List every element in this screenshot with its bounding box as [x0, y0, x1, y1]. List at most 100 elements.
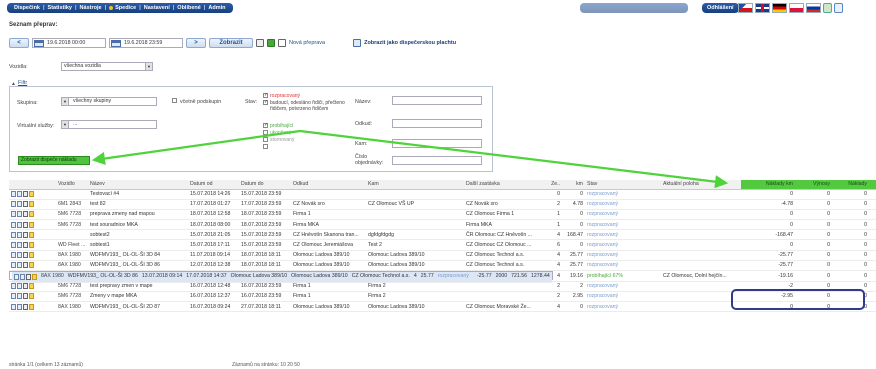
state-checkbox-cancelled[interactable] — [263, 137, 268, 142]
settings-icon[interactable] — [834, 3, 843, 13]
copy-icon[interactable] — [11, 252, 16, 259]
document-icon[interactable] — [17, 303, 22, 310]
order-number-input[interactable] — [392, 156, 482, 165]
flag-en-icon[interactable] — [755, 3, 770, 13]
print-icon[interactable] — [23, 191, 28, 198]
copy-icon[interactable] — [14, 273, 19, 280]
vehicles-select[interactable]: všechna vozidla ▼ — [61, 62, 153, 71]
print-icon[interactable] — [26, 273, 31, 280]
column-header[interactable]: Náklady km — [741, 180, 795, 190]
document-icon[interactable] — [17, 231, 22, 238]
nav-nastaveni[interactable]: Nastavení — [141, 5, 173, 11]
document-icon[interactable] — [17, 252, 22, 259]
copy-icon[interactable] — [11, 211, 16, 218]
excel-icon[interactable] — [267, 39, 275, 47]
calendar-icon[interactable] — [111, 40, 121, 47]
logout-button[interactable]: Odhlášení — [702, 3, 739, 13]
nav-admin[interactable]: Admin — [205, 5, 228, 11]
column-header[interactable]: Stav — [585, 180, 661, 190]
column-header[interactable]: km — [562, 180, 585, 190]
copy-icon[interactable] — [11, 293, 16, 300]
folder-icon[interactable] — [29, 231, 34, 238]
flag-pl-icon[interactable] — [789, 3, 804, 13]
print-icon[interactable] — [23, 283, 28, 290]
filter-legend-link[interactable]: Filtr — [16, 80, 30, 86]
print-icon[interactable] — [23, 211, 28, 218]
date-from-input[interactable]: 19.6.2018 00:00 — [32, 38, 106, 48]
folder-icon[interactable] — [29, 262, 34, 269]
table-row[interactable]: sobtest2 15.07.2018 21:05 15.07.2018 23:59… — [9, 229, 876, 241]
prev-day-button[interactable]: < — [9, 38, 29, 48]
document-icon[interactable] — [17, 211, 22, 218]
column-header[interactable]: Odkud — [291, 180, 366, 190]
nav-oblibene[interactable]: Oblíbené — [174, 5, 204, 11]
table-row[interactable]: WD Fleet ... sobtest1 15.07.2018 17:11 15.0… — [9, 239, 876, 251]
dispatch-plan-icon[interactable] — [353, 39, 362, 47]
copy-icon[interactable] — [11, 262, 16, 269]
column-header[interactable] — [9, 180, 56, 190]
print-icon[interactable] — [23, 201, 28, 208]
flag-cz-icon[interactable] — [738, 3, 753, 13]
print-icon[interactable] — [23, 303, 28, 310]
document-icon[interactable] — [17, 242, 22, 249]
folder-icon[interactable] — [29, 303, 34, 310]
records-per-page[interactable]: Záznamů na stránku: 10 20 50 — [232, 362, 300, 368]
nav-nastroje[interactable]: Nástroje — [77, 5, 105, 11]
state-checkbox-future[interactable] — [263, 99, 268, 105]
print-icon[interactable] — [256, 39, 264, 47]
name-input[interactable] — [392, 96, 482, 105]
nav-spedice[interactable]: Spedice — [106, 5, 139, 11]
group-select[interactable]: ▼ všechny skupiny — [61, 97, 157, 106]
folder-icon[interactable] — [29, 201, 34, 208]
column-header[interactable]: Ze.. — [540, 180, 562, 190]
state-checkbox-draft[interactable] — [263, 92, 268, 98]
column-header[interactable]: Další zastávka — [464, 180, 540, 190]
print-icon[interactable] — [23, 293, 28, 300]
help-icon[interactable] — [823, 3, 832, 13]
show-cargo-dispatchers-button[interactable]: Zobrazit dispeče nákladu — [18, 156, 90, 165]
print-icon[interactable] — [23, 221, 28, 228]
column-header[interactable]: Kam — [366, 180, 464, 190]
print-icon[interactable] — [23, 252, 28, 259]
table-row[interactable]: 5M6 7728 test souradnice MKA 18.07.2018 08… — [9, 219, 876, 231]
document-icon[interactable] — [17, 283, 22, 290]
column-header[interactable]: Datum od — [188, 180, 239, 190]
column-header[interactable]: Datum do — [239, 180, 291, 190]
table-row[interactable]: 8AX 1980 WDFMV193_ OL-OL-ŠI 3D 86 13.07.20… — [9, 271, 553, 283]
column-header[interactable]: Výnosy — [795, 180, 832, 190]
flag-ru-icon[interactable] — [806, 3, 821, 13]
print-icon[interactable] — [23, 242, 28, 249]
table-row[interactable]: 8AX 1980 WDFMV193_ OL-OL-ŠI 3D 84 11.07.20… — [9, 250, 876, 261]
show-button[interactable]: Zobrazit — [209, 38, 253, 48]
document-icon[interactable] — [17, 262, 22, 269]
table-row[interactable]: 6M1 2843 test 82 17.07.2018 01:27 17.07.201… — [9, 199, 876, 210]
virtual-services-select[interactable]: ▼... — [61, 120, 157, 129]
from-input[interactable] — [392, 119, 482, 128]
print-icon[interactable] — [23, 262, 28, 269]
table-row[interactable]: 5M6 7728 preprava zmeny nad mapou 18.07.20… — [9, 209, 876, 221]
table-row[interactable]: Testovací #4 15.07.2018 14:26 15.07.2018 2… — [9, 189, 876, 200]
folder-icon[interactable] — [29, 293, 34, 300]
new-document-icon[interactable] — [278, 39, 286, 47]
folder-icon[interactable] — [29, 221, 34, 228]
next-day-button[interactable]: > — [186, 38, 206, 48]
document-icon[interactable] — [17, 191, 22, 198]
dispatch-plan-link[interactable]: Zobrazit jako dispečerskou plachtu — [364, 40, 456, 46]
folder-icon[interactable] — [29, 242, 34, 249]
column-header[interactable]: Náklady — [832, 180, 869, 190]
folder-icon[interactable] — [29, 191, 34, 198]
new-transport-link[interactable]: Nová přeprava — [289, 40, 325, 46]
folder-icon[interactable] — [29, 283, 34, 290]
document-icon[interactable] — [17, 221, 22, 228]
copy-icon[interactable] — [11, 242, 16, 249]
document-icon[interactable] — [20, 273, 25, 280]
print-icon[interactable] — [23, 231, 28, 238]
column-header[interactable]: Název — [88, 180, 188, 190]
calendar-icon[interactable] — [34, 40, 44, 47]
column-header[interactable]: Aktuální poloha — [661, 180, 741, 190]
subgroups-checkbox[interactable] — [172, 98, 177, 103]
flag-de-icon[interactable] — [772, 3, 787, 13]
state-checkbox-ongoing[interactable] — [263, 122, 268, 128]
folder-icon[interactable] — [29, 211, 34, 218]
copy-icon[interactable] — [11, 231, 16, 238]
